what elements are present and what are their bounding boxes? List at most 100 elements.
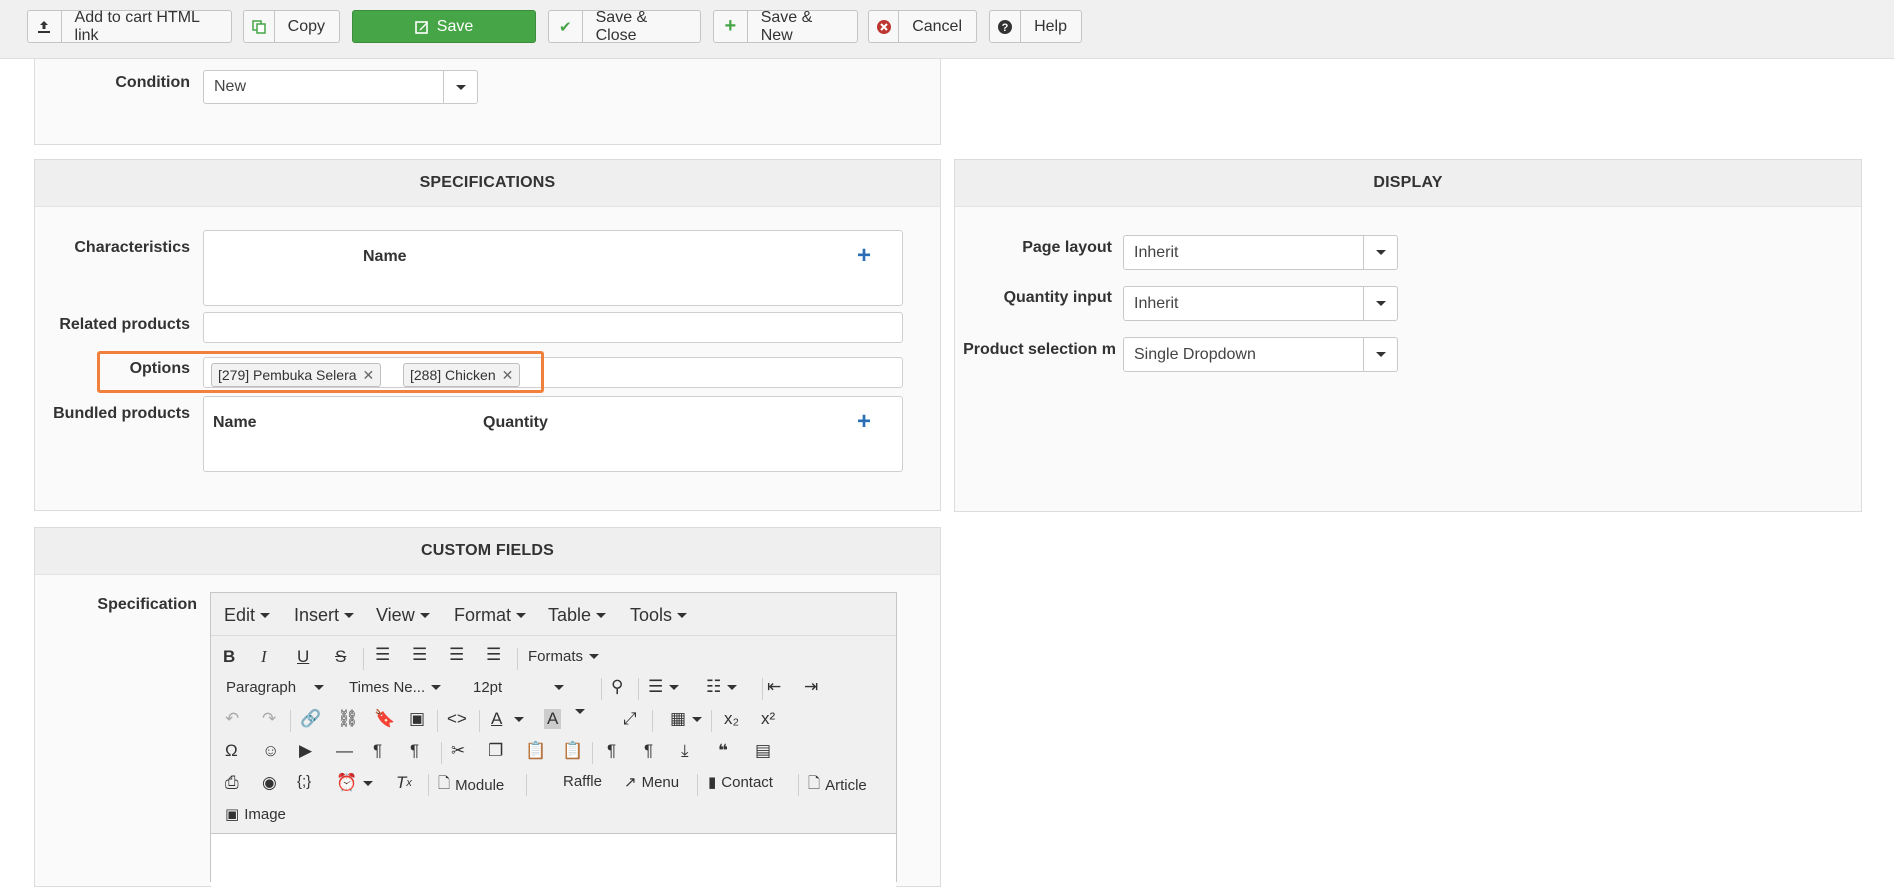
bundled-products-table: [203, 396, 903, 472]
menu-format[interactable]: Format: [454, 605, 527, 626]
media-icon[interactable]: ▶: [299, 741, 312, 761]
image-icon[interactable]: ▣: [409, 709, 425, 729]
menu-insert[interactable]: Insert: [294, 605, 355, 626]
menu-table[interactable]: Table: [548, 605, 607, 626]
bold-icon[interactable]: B: [223, 647, 235, 667]
product-selection-select[interactable]: Single Dropdown: [1123, 337, 1398, 372]
special-character-icon[interactable]: Ω: [225, 741, 238, 761]
display-title: DISPLAY: [955, 160, 1861, 207]
save-label: Save: [436, 17, 474, 35]
font-size-dropdown[interactable]: 12pt: [473, 679, 565, 696]
numbered-list-icon[interactable]: ☷: [706, 677, 738, 697]
condition-select[interactable]: New: [203, 70, 478, 104]
find-replace-icon[interactable]: ⚲: [611, 677, 623, 697]
code-icon[interactable]: <>: [447, 709, 467, 729]
font-family-dropdown[interactable]: Times Ne...: [349, 679, 442, 696]
link-icon[interactable]: 🔗: [300, 709, 321, 729]
options-tag-label: [288] Chicken: [410, 367, 496, 383]
paste-icon[interactable]: 📋: [525, 741, 546, 761]
unlink-icon[interactable]: ⛓: [337, 709, 359, 729]
italic-icon[interactable]: I: [261, 647, 267, 667]
background-color-dropdown[interactable]: [569, 709, 585, 714]
align-justify-icon[interactable]: ☰: [486, 645, 501, 665]
remove-tag-icon[interactable]: ✕: [363, 367, 375, 384]
page-layout-select[interactable]: Inherit: [1123, 235, 1398, 270]
align-left-icon[interactable]: ☰: [375, 645, 390, 665]
template-icon[interactable]: ▤: [755, 741, 771, 761]
copy-icon: [244, 11, 275, 42]
align-center-icon[interactable]: ☰: [412, 645, 427, 665]
clear-formatting-icon[interactable]: Tx: [396, 773, 412, 793]
fullscreen-icon[interactable]: ⤢: [623, 709, 637, 729]
characteristics-name-header: Name: [363, 248, 407, 265]
image-button[interactable]: ▣ Image: [225, 805, 286, 824]
indent-icon[interactable]: ⇥: [804, 677, 818, 697]
rtl-icon[interactable]: ¶: [410, 741, 419, 761]
quantity-input-select[interactable]: Inherit: [1123, 286, 1398, 321]
text-color-icon[interactable]: A: [491, 709, 525, 729]
subscript-icon[interactable]: x₂: [724, 709, 739, 729]
specification-label: Specification: [97, 596, 197, 613]
article-button[interactable]: 🗋 Article: [808, 773, 867, 798]
bundled-quantity-header: Quantity: [483, 414, 548, 431]
rich-text-editor: Edit Insert View Format Table Tools B I …: [210, 592, 897, 893]
show-invisibles-icon[interactable]: ¶: [644, 741, 653, 761]
insert-upload-icon[interactable]: ⤓: [681, 741, 689, 761]
align-right-icon[interactable]: ☰: [449, 645, 464, 665]
redo-icon[interactable]: ↷: [262, 709, 276, 729]
menu-tools[interactable]: Tools: [630, 605, 688, 626]
help-button[interactable]: ? Help: [989, 10, 1082, 43]
copy-doc-icon[interactable]: ❐: [488, 741, 503, 761]
emoticons-icon[interactable]: ☺: [262, 741, 279, 761]
underline-icon[interactable]: U: [297, 647, 309, 667]
background-color-icon[interactable]: A: [544, 709, 562, 729]
bookmark-icon[interactable]: 🔖: [374, 709, 395, 729]
related-products-label: Related products: [59, 316, 190, 333]
svg-text:?: ?: [1002, 22, 1009, 34]
outdent-icon[interactable]: ⇤: [767, 677, 781, 697]
undo-icon[interactable]: ↶: [225, 709, 239, 729]
insert-datetime-icon[interactable]: ⏰: [336, 773, 374, 793]
blockquote-icon[interactable]: ❝: [718, 741, 728, 761]
save-and-new-button[interactable]: + Save & New: [713, 9, 858, 44]
add-characteristic-icon[interactable]: +: [857, 244, 871, 268]
table-icon[interactable]: ▦: [670, 709, 703, 729]
strikethrough-icon[interactable]: S: [335, 647, 346, 667]
preview-icon[interactable]: ◉: [262, 773, 277, 793]
menu-view[interactable]: View: [376, 605, 430, 626]
add-bundled-product-icon[interactable]: +: [857, 410, 871, 434]
related-products-input[interactable]: [203, 312, 903, 343]
save-and-close-label: Save & Close: [595, 8, 648, 44]
options-label: Options: [129, 360, 190, 377]
paragraph-dropdown[interactable]: Paragraph: [226, 679, 325, 696]
contact-button[interactable]: ▮ Contact: [708, 773, 773, 792]
menu-button[interactable]: ↗ Menu: [624, 773, 679, 792]
horizontal-rule-icon[interactable]: —: [336, 741, 353, 761]
raffle-button[interactable]: Raffle: [563, 773, 602, 790]
paste-text-icon[interactable]: 📋: [562, 741, 583, 761]
print-icon[interactable]: ⎙: [225, 773, 239, 793]
bundled-name-header: Name: [213, 414, 257, 431]
cancel-button[interactable]: Cancel: [868, 10, 977, 43]
bullet-list-icon[interactable]: ☰: [648, 677, 680, 697]
remove-tag-icon[interactable]: ✕: [502, 367, 514, 384]
show-blocks-icon[interactable]: ¶: [607, 741, 616, 761]
add-to-cart-html-link-button[interactable]: Add to cart HTML link: [27, 8, 232, 44]
cancel-circle-icon: [869, 11, 900, 42]
save-button[interactable]: Save: [352, 10, 536, 43]
document-add-icon: 🗋: [438, 775, 451, 792]
share-icon: ↗: [624, 774, 637, 791]
module-button[interactable]: 🗋 Module: [438, 773, 504, 798]
code-sample-icon[interactable]: {;}: [297, 773, 311, 790]
formats-dropdown[interactable]: Formats: [528, 648, 600, 665]
save-and-close-button[interactable]: ✔ Save & Close: [548, 8, 701, 44]
cut-icon[interactable]: ✂: [451, 741, 465, 761]
editor-menubar: Edit Insert View Format Table Tools: [211, 593, 896, 636]
superscript-icon[interactable]: x²: [761, 709, 775, 729]
menu-edit[interactable]: Edit: [224, 605, 271, 626]
ltr-icon[interactable]: ¶: [373, 741, 382, 761]
bundled-products-label: Bundled products: [53, 405, 190, 422]
add-to-cart-html-link-label: Add to cart HTML link: [74, 8, 200, 44]
copy-button[interactable]: Copy: [243, 10, 340, 43]
editor-content-area[interactable]: [211, 833, 896, 893]
